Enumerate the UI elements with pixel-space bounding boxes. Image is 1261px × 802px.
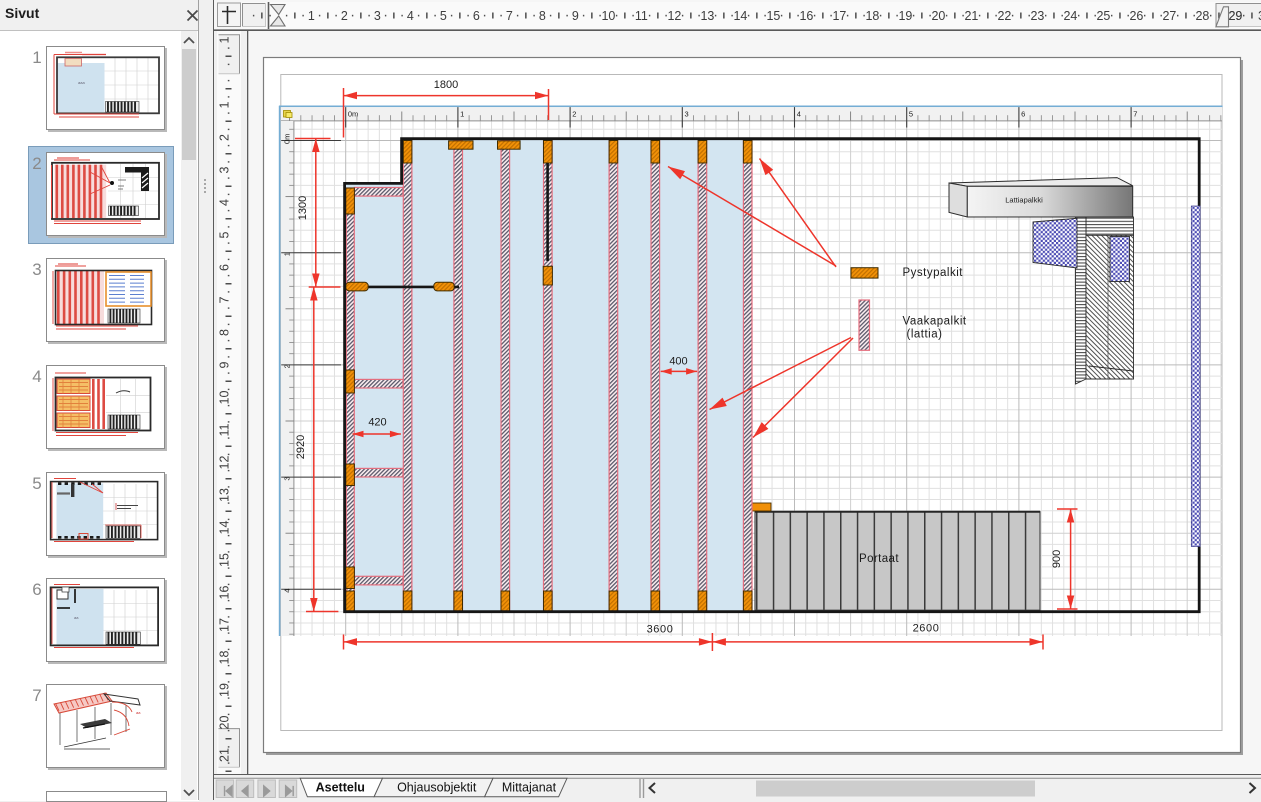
svg-text:Vaakapalkit: Vaakapalkit xyxy=(903,316,967,328)
svg-text:1: 1 xyxy=(460,110,464,119)
svg-text:6: 6 xyxy=(218,264,232,271)
svg-text:2: 2 xyxy=(341,9,348,23)
svg-text:10: 10 xyxy=(218,391,232,405)
svg-text:7: 7 xyxy=(1133,110,1137,119)
svg-text:27: 27 xyxy=(1162,9,1176,23)
svg-text:8: 8 xyxy=(218,329,232,336)
svg-text:Pystypalkit: Pystypalkit xyxy=(903,267,964,279)
svg-text:2: 2 xyxy=(572,110,576,119)
svg-text:aa: aa xyxy=(136,710,141,715)
svg-text:7: 7 xyxy=(218,296,232,303)
svg-text:15: 15 xyxy=(218,553,232,567)
svg-text:13: 13 xyxy=(218,488,232,502)
svg-text:10: 10 xyxy=(601,9,615,23)
svg-text:2600: 2600 xyxy=(913,623,940,635)
svg-text:Asettelu: Asettelu xyxy=(316,781,365,795)
svg-text:400: 400 xyxy=(669,356,687,368)
svg-text:8: 8 xyxy=(539,9,546,23)
svg-text:Mittajanat: Mittajanat xyxy=(502,781,557,795)
svg-text:1: 1 xyxy=(308,9,315,23)
svg-text:22: 22 xyxy=(997,9,1011,23)
svg-text:11: 11 xyxy=(218,423,232,436)
svg-text:17: 17 xyxy=(832,9,846,23)
svg-text:9: 9 xyxy=(572,9,579,23)
svg-text:1: 1 xyxy=(283,252,292,256)
svg-text:2920: 2920 xyxy=(295,435,307,459)
svg-text:1: 1 xyxy=(218,36,232,43)
svg-text:17: 17 xyxy=(218,618,232,632)
svg-text:aa: aa xyxy=(74,615,79,620)
svg-text:1: 1 xyxy=(218,101,232,108)
svg-text:9: 9 xyxy=(218,361,232,368)
svg-text:15: 15 xyxy=(766,9,780,23)
svg-text:12: 12 xyxy=(218,456,232,470)
svg-text:0m: 0m xyxy=(283,134,292,144)
svg-text:21: 21 xyxy=(218,748,232,762)
svg-text:7: 7 xyxy=(506,9,513,23)
svg-text:16: 16 xyxy=(218,586,232,600)
svg-text:19: 19 xyxy=(218,683,232,697)
svg-text:4: 4 xyxy=(407,9,414,23)
svg-text:4: 4 xyxy=(797,110,801,119)
svg-text:3: 3 xyxy=(374,9,381,23)
svg-text:26: 26 xyxy=(1129,9,1143,23)
svg-text:28: 28 xyxy=(1195,9,1209,23)
svg-text:5: 5 xyxy=(218,231,232,238)
svg-text:(lattia): (lattia) xyxy=(907,329,943,341)
svg-text:1800: 1800 xyxy=(434,79,458,91)
svg-text:29: 29 xyxy=(1228,9,1242,23)
svg-text:3: 3 xyxy=(283,476,292,480)
svg-text:Lattiapalkki: Lattiapalkki xyxy=(1005,196,1043,205)
svg-text:6: 6 xyxy=(1021,110,1025,119)
svg-text:12: 12 xyxy=(667,9,681,23)
svg-text:18: 18 xyxy=(865,9,879,23)
svg-text:Ohjausobjektit: Ohjausobjektit xyxy=(397,781,477,795)
svg-text:4: 4 xyxy=(283,589,292,593)
svg-text:20: 20 xyxy=(931,9,945,23)
svg-text:20: 20 xyxy=(218,716,232,730)
svg-text:25: 25 xyxy=(1096,9,1110,23)
svg-text:2: 2 xyxy=(218,134,232,141)
svg-text:4: 4 xyxy=(218,199,232,206)
svg-text:5: 5 xyxy=(909,110,913,119)
svg-text:14: 14 xyxy=(733,9,747,23)
svg-text:16: 16 xyxy=(799,9,813,23)
svg-text:1300: 1300 xyxy=(297,196,309,220)
svg-text:Portaat: Portaat xyxy=(859,553,899,565)
svg-text:aaa: aaa xyxy=(78,80,85,85)
svg-text:11: 11 xyxy=(635,9,648,23)
svg-text:19: 19 xyxy=(898,9,912,23)
svg-text:3: 3 xyxy=(685,110,689,119)
svg-text:13: 13 xyxy=(700,9,714,23)
svg-text:5: 5 xyxy=(440,9,447,23)
svg-text:3600: 3600 xyxy=(647,624,674,636)
svg-text:6: 6 xyxy=(473,9,480,23)
svg-text:14: 14 xyxy=(218,521,232,535)
svg-text:21: 21 xyxy=(964,9,978,23)
svg-text:420: 420 xyxy=(368,417,386,429)
svg-text:3: 3 xyxy=(218,166,232,173)
svg-text:24: 24 xyxy=(1063,9,1077,23)
svg-text:18: 18 xyxy=(218,651,232,665)
svg-text:23: 23 xyxy=(1030,9,1044,23)
svg-text:2: 2 xyxy=(283,364,292,368)
svg-text:900: 900 xyxy=(1051,550,1063,568)
